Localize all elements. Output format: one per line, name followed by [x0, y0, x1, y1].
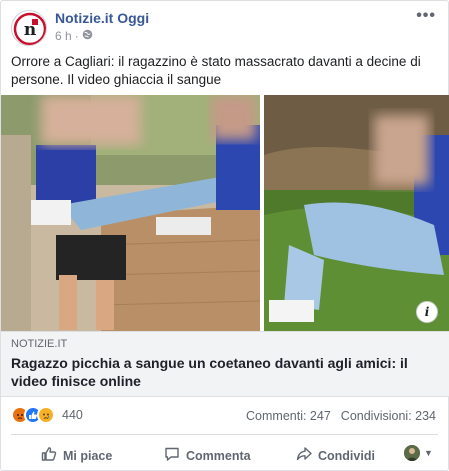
video-still-right — [264, 95, 449, 331]
post-time[interactable]: 6 h — [55, 29, 72, 43]
sad-reaction-icon — [37, 406, 55, 424]
engagement-counts: Commenti: 247 Condivisioni: 234 — [246, 409, 436, 423]
info-icon[interactable]: i — [416, 301, 438, 323]
post-caption: Orrore a Cagliari: il ragazzino è stato … — [11, 54, 421, 87]
shares-count[interactable]: Condivisioni: 234 — [341, 409, 436, 423]
page-name-link[interactable]: Notizie.it Oggi — [55, 10, 149, 26]
link-image[interactable]: i — [1, 95, 449, 331]
facebook-post: n Notizie.it Oggi 6 h · ••• Orrore a Cag… — [0, 0, 449, 471]
globe-icon — [82, 29, 93, 43]
action-bar: Mi piace Commenta Condividi ▼ — [1, 437, 449, 471]
share-button-label: Condividi — [318, 448, 375, 463]
caret-down-icon: ▼ — [424, 448, 433, 458]
notizie-logo: n — [13, 12, 46, 45]
comment-button-label: Commenta — [186, 448, 251, 463]
comment-bubble-icon — [164, 446, 180, 465]
post-meta: 6 h · — [55, 29, 93, 43]
link-preview[interactable]: NOTIZIE.IT Ragazzo picchia a sangue un c… — [1, 331, 449, 397]
share-arrow-icon — [296, 446, 312, 465]
actions-divider — [11, 434, 438, 435]
post-as-selector[interactable]: ▼ — [404, 445, 433, 461]
video-still-left — [1, 95, 260, 331]
like-thumb-icon — [41, 446, 57, 465]
comments-count[interactable]: Commenti: 247 — [246, 409, 331, 423]
like-button[interactable]: Mi piace — [41, 446, 112, 465]
link-domain: NOTIZIE.IT — [11, 338, 68, 350]
reactions-count[interactable]: 440 — [62, 408, 83, 422]
like-button-label: Mi piace — [63, 448, 113, 463]
more-dots-icon[interactable]: ••• — [416, 7, 436, 25]
meta-separator: · — [74, 29, 79, 43]
comment-button[interactable]: Commenta — [164, 446, 251, 465]
share-button[interactable]: Condividi — [296, 446, 375, 465]
reactions-summary[interactable]: 440 — [11, 406, 83, 424]
link-title[interactable]: Ragazzo picchia a sangue un coetaneo dav… — [11, 354, 431, 390]
page-avatar[interactable]: n — [11, 10, 47, 46]
user-avatar — [404, 445, 420, 461]
